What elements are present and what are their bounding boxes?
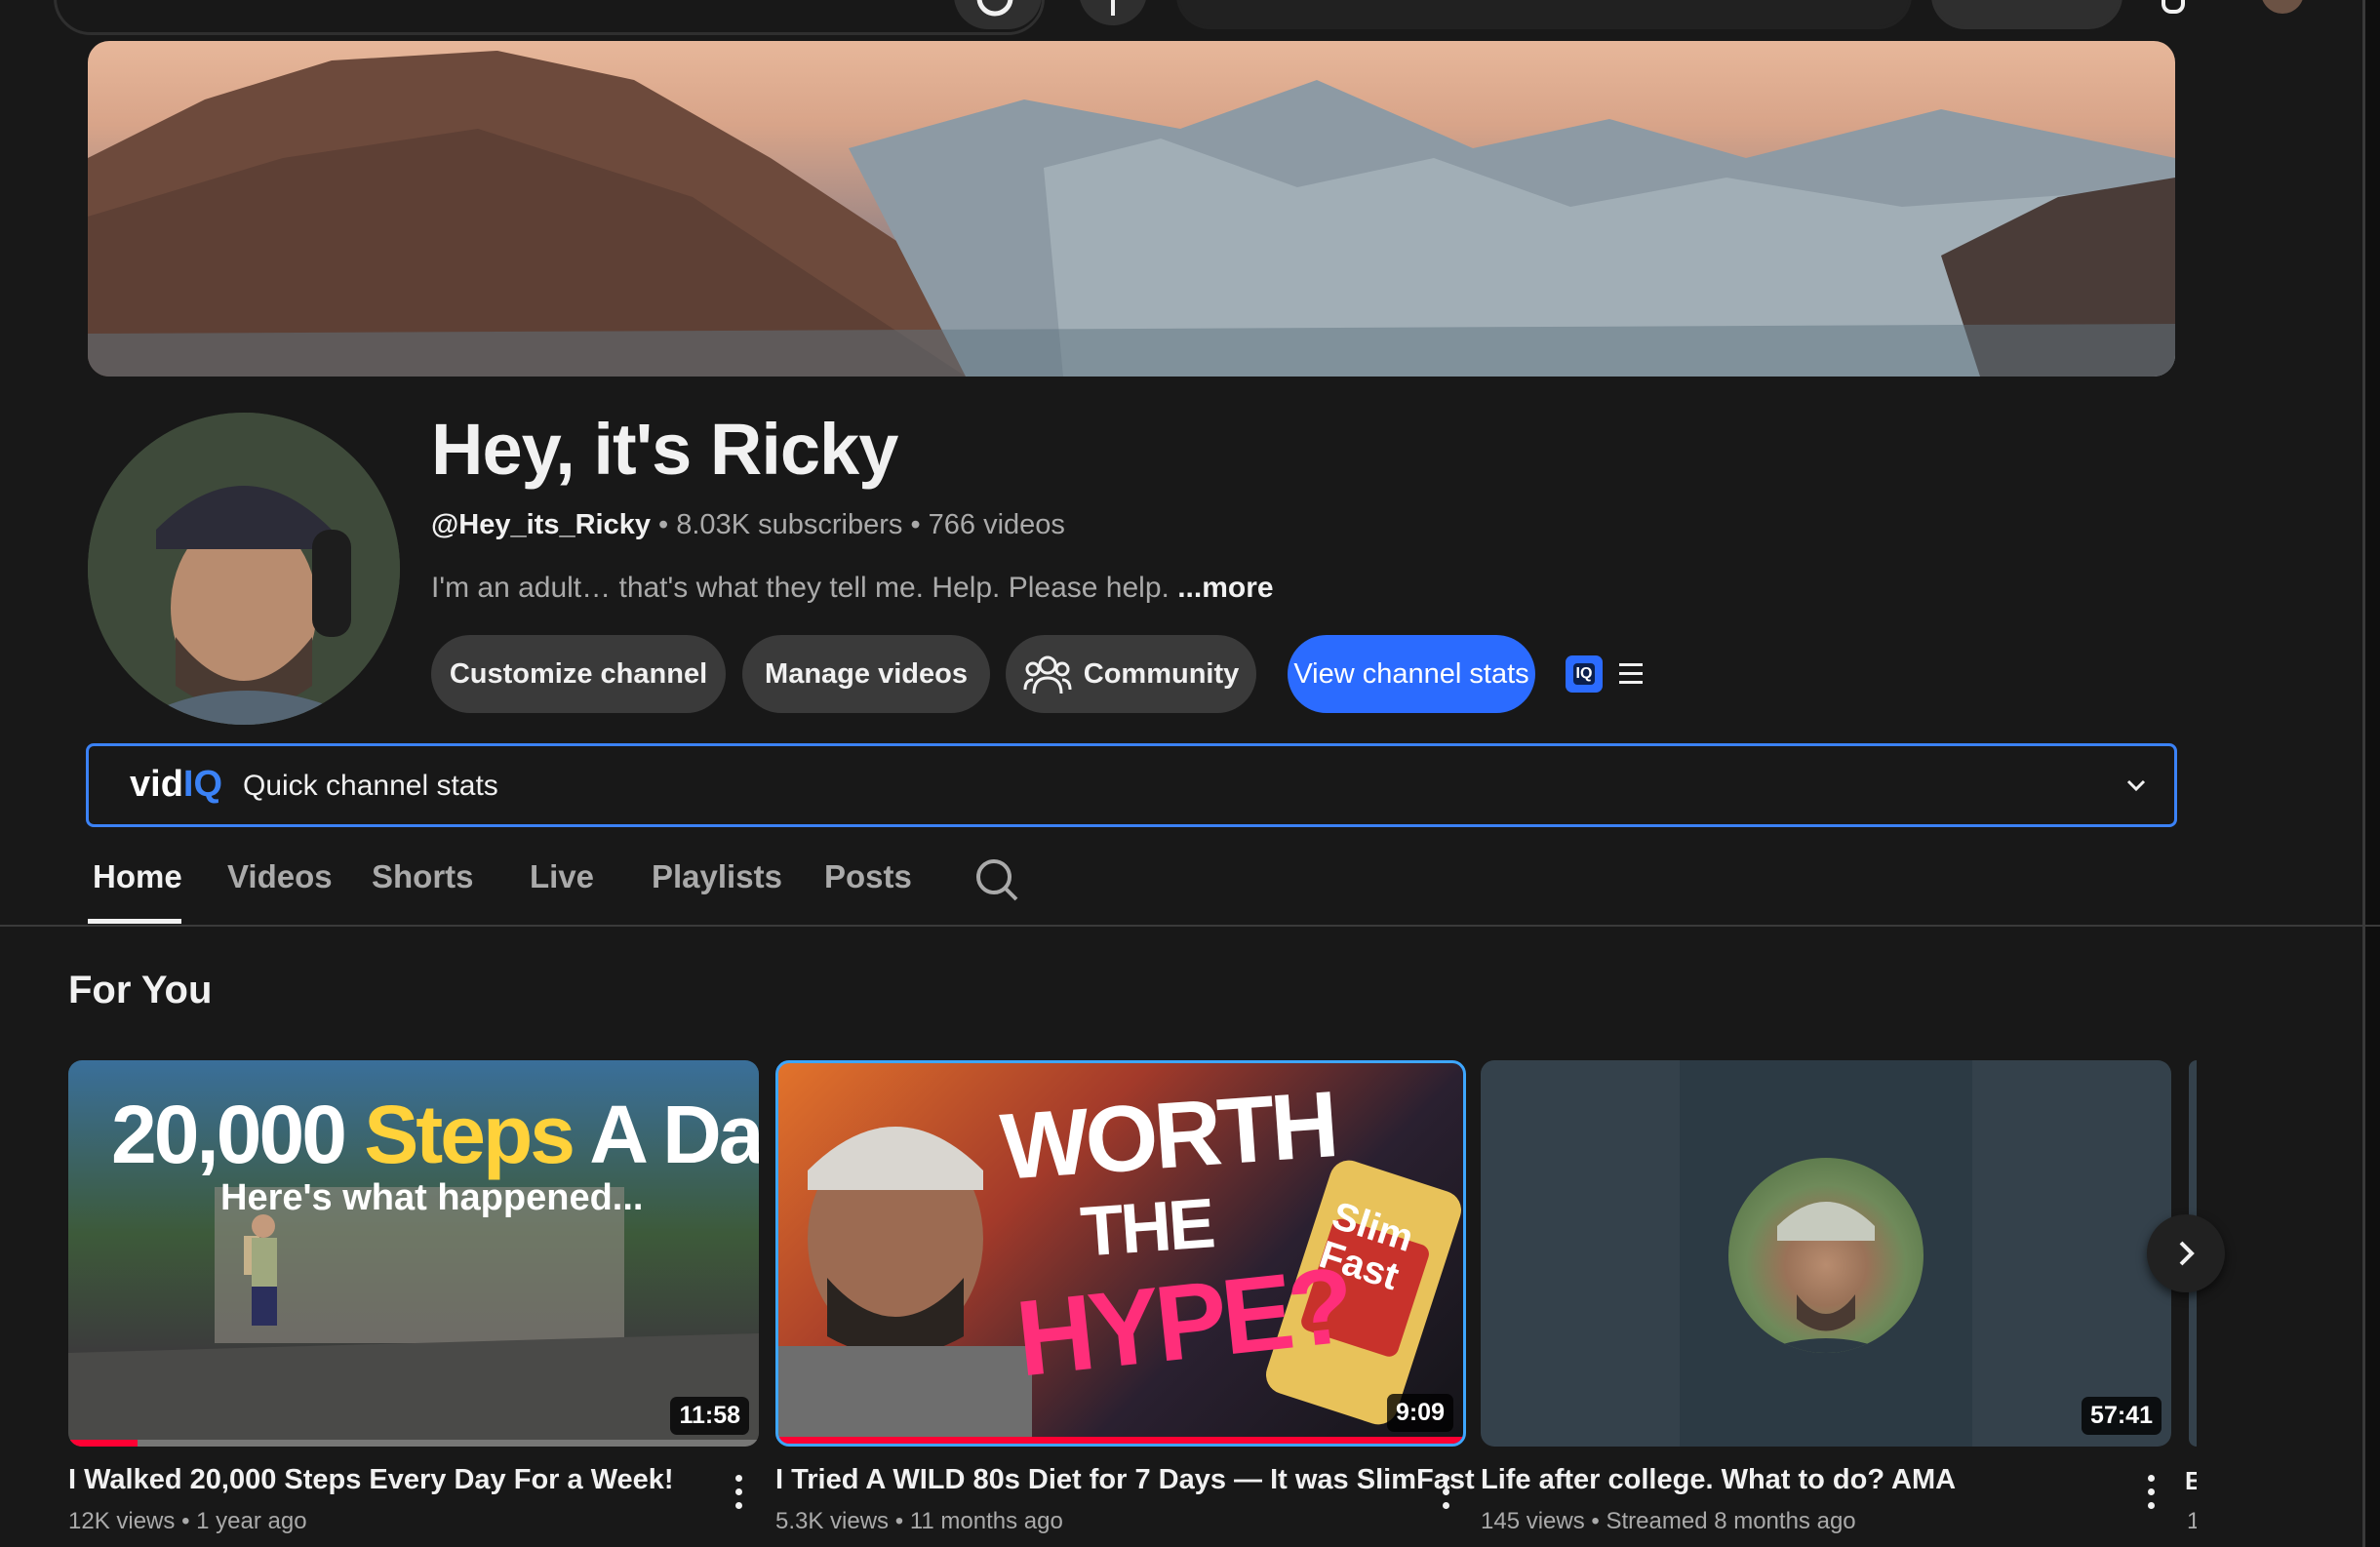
menu-icon[interactable] [1619, 663, 1643, 684]
channel-meta: @Hey_its_Ricky • 8.03K subscribers • 766… [431, 509, 1065, 541]
subscriber-count: 8.03K subscribers [676, 509, 903, 540]
thumb-text-steps: Steps [364, 1089, 575, 1180]
plus-icon [1111, 0, 1115, 16]
thumbnail-portrait [1728, 1158, 1924, 1353]
watch-progress-track [778, 1437, 1463, 1444]
meta-separator: • [658, 509, 669, 540]
video-meta-2: 5.3K views • 11 months ago [775, 1508, 1063, 1535]
more-link[interactable]: ...more [1177, 572, 1273, 604]
search-icon[interactable] [973, 856, 1020, 903]
manage-videos-button[interactable]: Manage videos [742, 635, 990, 713]
channel-description: I'm an adult… that's what they tell me. … [431, 572, 1274, 605]
window-edge [2362, 0, 2380, 1547]
meta-separator: • [1591, 1508, 1600, 1534]
video-views: 145 views [1481, 1508, 1585, 1534]
video-duration: 9:09 [1386, 1394, 1453, 1432]
community-label: Community [1083, 657, 1240, 690]
video-title-1[interactable]: I Walked 20,000 Steps Every Day For a We… [68, 1464, 674, 1496]
section-title: For You [68, 969, 213, 1012]
tab-live[interactable]: Live [530, 858, 594, 895]
video-duration: 57:41 [2082, 1397, 2162, 1435]
chevron-right-icon [2179, 1241, 2195, 1266]
video-meta-4-partial: 1 [2187, 1508, 2197, 1534]
video-count: 766 videos [928, 509, 1065, 540]
thumbnail-subline: Here's what happened... [220, 1177, 644, 1218]
video-thumbnail-2[interactable]: WORTH THE HYPE? Slim Fast 9:09 [775, 1060, 1466, 1447]
video-meta-3: 145 views • Streamed 8 months ago [1481, 1508, 1856, 1535]
search-button[interactable] [954, 0, 1042, 29]
tab-videos[interactable]: Videos [227, 858, 333, 895]
channel-name: Hey, it's Ricky [431, 409, 898, 490]
vidiq-label: Quick channel stats [243, 770, 498, 802]
header-pill[interactable] [1176, 0, 1912, 29]
more-options-icon[interactable] [2147, 1475, 2155, 1510]
channel-avatar[interactable] [88, 413, 400, 725]
vidiq-badge-button[interactable]: IQ [1566, 655, 1603, 693]
thumb-text-number: 20,000 [111, 1089, 347, 1180]
video-meta-1: 12K views • 1 year ago [68, 1508, 307, 1535]
watch-progress-track [68, 1440, 759, 1447]
meta-separator: • [894, 1508, 904, 1534]
vidiq-quick-stats-bar[interactable]: vidIQ Quick channel stats [86, 743, 2177, 827]
customize-channel-button[interactable]: Customize channel [431, 635, 726, 713]
vidiq-logo: vidIQ [130, 764, 222, 806]
search-box[interactable] [54, 0, 1045, 35]
banner-landscape [88, 51, 2175, 377]
video-duration: 11:58 [670, 1397, 749, 1435]
video-age: Streamed 8 months ago [1606, 1508, 1856, 1534]
community-button[interactable]: Community [1006, 635, 1256, 713]
avatar-photo [88, 413, 400, 725]
view-channel-stats-button[interactable]: View channel stats [1288, 635, 1535, 713]
watch-progress-fill [778, 1437, 1463, 1444]
vidiq-logo-vid: vid [130, 764, 183, 805]
top-header [0, 0, 2380, 35]
account-avatar[interactable] [2261, 0, 2304, 14]
meta-separator: • [910, 509, 921, 540]
video-title-2[interactable]: I Tried A WILD 80s Diet for 7 Days — It … [775, 1464, 1475, 1496]
video-title-3[interactable]: Life after college. What to do? AMA [1481, 1464, 1956, 1496]
channel-handle[interactable]: @Hey_its_Ricky [431, 509, 651, 540]
thumbnail-headline: 20,000 Steps A Day [111, 1088, 759, 1182]
video-age: 11 months ago [909, 1508, 1063, 1534]
video-views: 12K views [68, 1508, 176, 1534]
video-thumbnail-1[interactable]: 20,000 Steps A Day Here's what happened.… [68, 1060, 759, 1447]
channel-banner [88, 41, 2175, 377]
customize-label: Customize channel [449, 657, 708, 690]
tabs-divider [0, 925, 2380, 927]
video-title-4-partial[interactable]: E [2185, 1466, 2197, 1496]
manage-label: Manage videos [765, 657, 968, 690]
vidiq-badge-label: IQ [1572, 663, 1596, 685]
stats-label: View channel stats [1293, 657, 1529, 690]
tab-active-underline [88, 919, 181, 924]
tab-shorts[interactable]: Shorts [372, 858, 474, 895]
video-views: 5.3K views [775, 1508, 890, 1534]
watch-progress-fill [68, 1440, 138, 1447]
community-icon [1023, 655, 1072, 694]
video-thumbnail-3[interactable]: 57:41 [1481, 1060, 2171, 1447]
more-options-icon[interactable] [734, 1475, 742, 1510]
tab-home[interactable]: Home [93, 858, 182, 895]
description-text: I'm an adult… that's what they tell me. … [431, 572, 1170, 604]
carousel-next-button[interactable] [2147, 1214, 2225, 1292]
chevron-down-icon[interactable] [2125, 777, 2147, 793]
notifications-icon[interactable] [2162, 0, 2185, 14]
header-button[interactable] [1931, 0, 2122, 29]
video-age: 1 year ago [196, 1508, 307, 1534]
create-button[interactable] [1079, 0, 1147, 25]
portrait-art [1758, 1202, 1894, 1353]
meta-separator: • [181, 1508, 190, 1534]
more-options-icon[interactable] [1442, 1475, 1449, 1510]
tab-posts[interactable]: Posts [824, 858, 912, 895]
tab-playlists[interactable]: Playlists [652, 858, 782, 895]
thumb-text-day: A Day [589, 1089, 759, 1180]
vidiq-logo-iq: IQ [182, 764, 223, 805]
search-icon [976, 0, 1013, 17]
